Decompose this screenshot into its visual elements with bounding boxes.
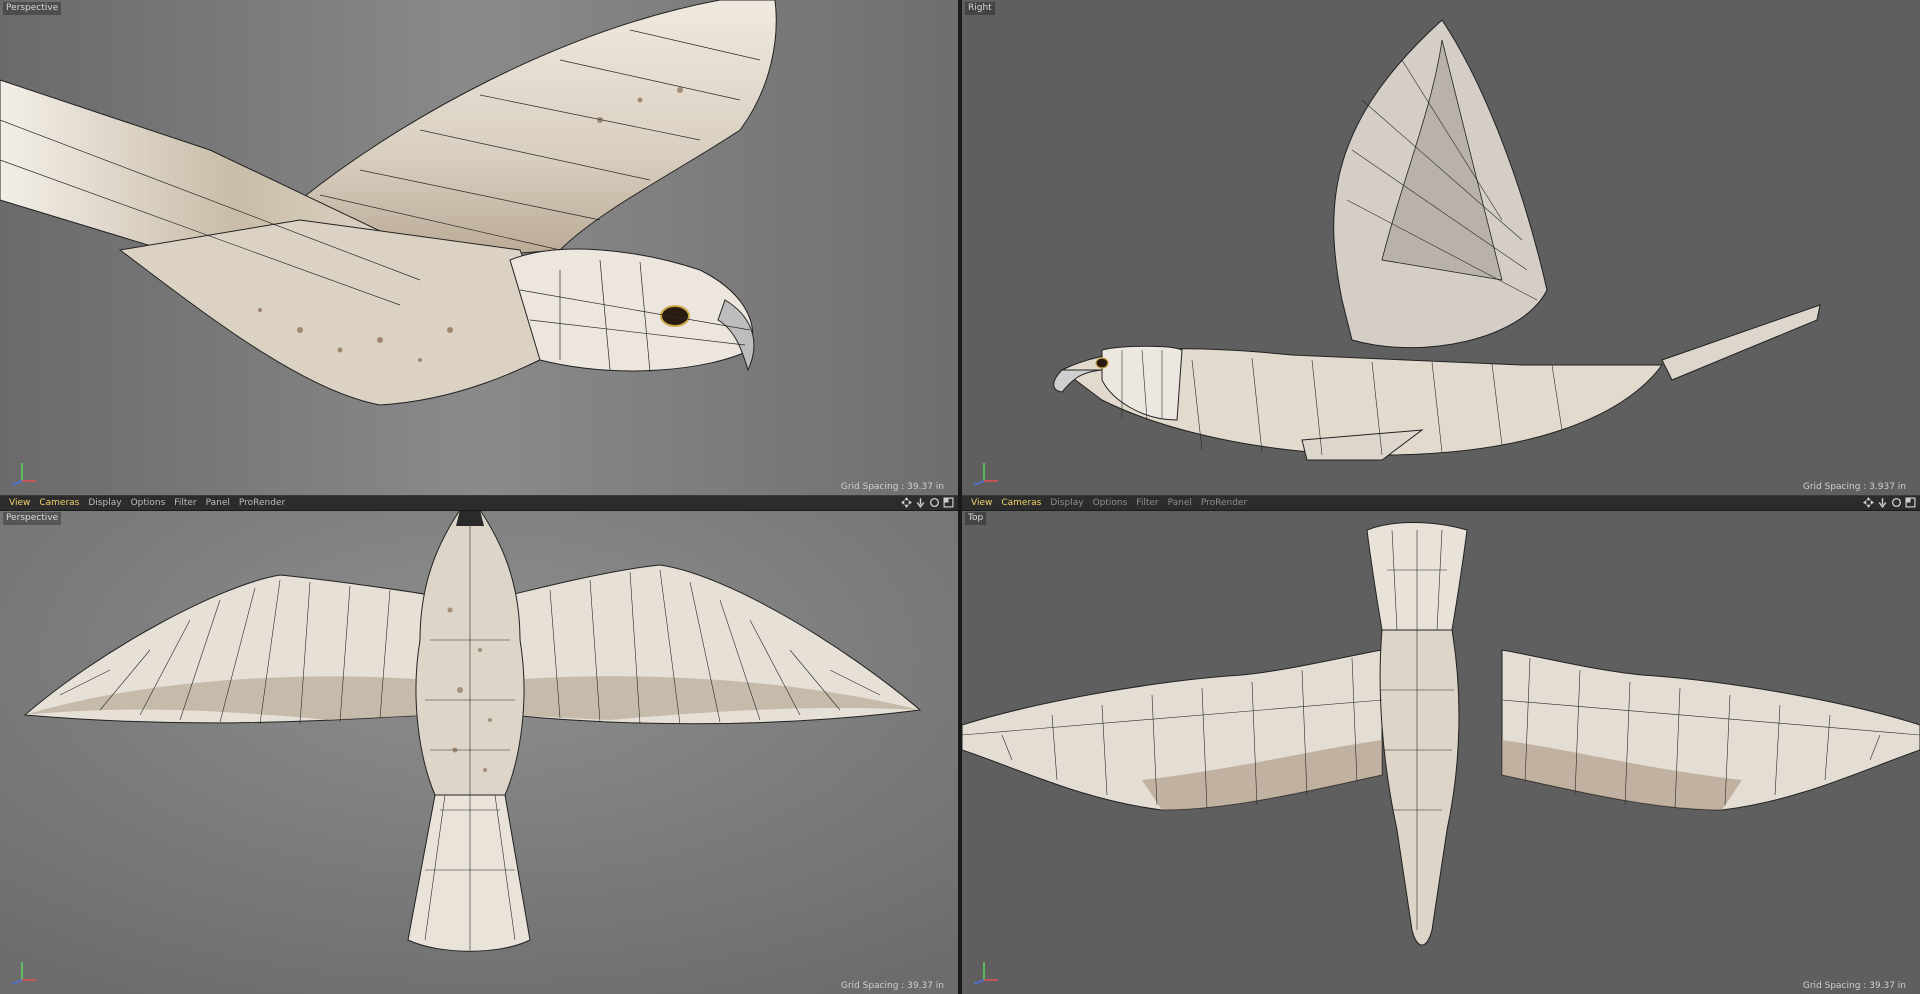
menu-options[interactable]: Options bbox=[1093, 498, 1128, 508]
axis-gizmo-icon bbox=[973, 962, 998, 985]
menu-panel[interactable]: Panel bbox=[1168, 498, 1192, 508]
zoom-icon[interactable] bbox=[915, 497, 926, 508]
viewport-menubar-right: View Cameras Display Options Filter Pane… bbox=[962, 495, 1920, 511]
viewport-menubar-left: View Cameras Display Options Filter Pane… bbox=[0, 495, 958, 511]
axis-gizmo-icon bbox=[973, 463, 998, 486]
grid-spacing-label: Grid Spacing : 39.37 in bbox=[840, 981, 944, 991]
viewport-nav-icons bbox=[1863, 497, 1916, 508]
viewport-bottom-right[interactable]: Top Grid Spacing : 39.37 in bbox=[962, 510, 1920, 994]
viewport-label[interactable]: Perspective bbox=[3, 512, 62, 525]
rotate-icon[interactable] bbox=[929, 497, 940, 508]
move-icon[interactable] bbox=[901, 497, 912, 508]
menu-panel[interactable]: Panel bbox=[206, 498, 230, 508]
viewport-divider[interactable] bbox=[958, 0, 962, 994]
menu-view[interactable]: View bbox=[9, 498, 30, 508]
menu-prorender[interactable]: ProRender bbox=[239, 498, 285, 508]
viewport-label[interactable]: Right bbox=[965, 2, 995, 15]
axis-gizmo-icon bbox=[11, 962, 36, 985]
viewport-bottom-left[interactable]: Perspective Grid Spacing : 39.37 in bbox=[0, 510, 958, 994]
viewport-nav-icons bbox=[901, 497, 954, 508]
zoom-icon[interactable] bbox=[1877, 497, 1888, 508]
rotate-icon[interactable] bbox=[1891, 497, 1902, 508]
axis-gizmo-icon bbox=[11, 463, 36, 486]
bird-model-perspective-closeup bbox=[0, 0, 958, 495]
menu-cameras[interactable]: Cameras bbox=[39, 498, 79, 508]
viewport-label[interactable]: Top bbox=[965, 512, 987, 525]
move-icon[interactable] bbox=[1863, 497, 1874, 508]
maximize-icon[interactable] bbox=[943, 497, 954, 508]
bird-model-top-view bbox=[962, 510, 1920, 994]
menu-display[interactable]: Display bbox=[88, 498, 121, 508]
maximize-icon[interactable] bbox=[1905, 497, 1916, 508]
menu-cameras[interactable]: Cameras bbox=[1001, 498, 1041, 508]
menu-prorender[interactable]: ProRender bbox=[1201, 498, 1247, 508]
bird-model-right-view bbox=[962, 0, 1920, 495]
menu-filter[interactable]: Filter bbox=[174, 498, 196, 508]
menu-options[interactable]: Options bbox=[131, 498, 166, 508]
menu-display[interactable]: Display bbox=[1050, 498, 1083, 508]
menu-filter[interactable]: Filter bbox=[1136, 498, 1158, 508]
viewport-label[interactable]: Perspective bbox=[3, 2, 62, 15]
grid-spacing-label: Grid Spacing : 3.937 in bbox=[1802, 482, 1906, 492]
bird-model-perspective-front bbox=[0, 510, 958, 994]
viewport-top-right[interactable]: Right Grid Spacing : 3.937 in bbox=[962, 0, 1920, 495]
viewport-top-left[interactable]: Perspective Grid Spacing : 39.37 in bbox=[0, 0, 958, 495]
grid-spacing-label: Grid Spacing : 39.37 in bbox=[1802, 981, 1906, 991]
grid-spacing-label: Grid Spacing : 39.37 in bbox=[840, 482, 944, 492]
menu-view[interactable]: View bbox=[971, 498, 992, 508]
